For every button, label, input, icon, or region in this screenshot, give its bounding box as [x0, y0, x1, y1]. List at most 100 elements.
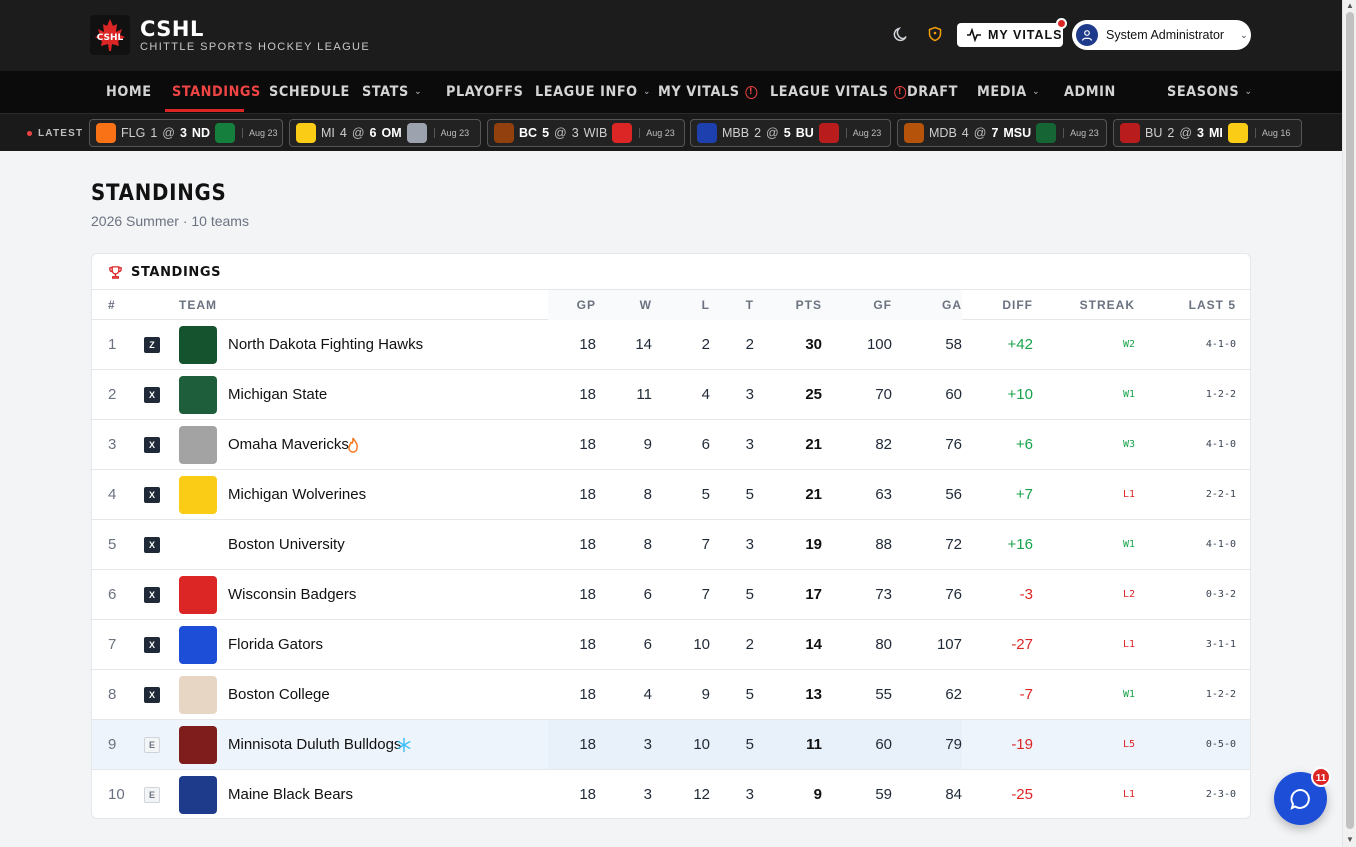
- at-symbol: @: [766, 126, 779, 140]
- nav-league-vitals[interactable]: LEAGUE VITALS!: [770, 71, 906, 113]
- w-cell: 3: [643, 786, 652, 803]
- team-name-link[interactable]: Michigan State: [228, 370, 327, 419]
- team-name-link[interactable]: Boston University: [228, 520, 345, 569]
- game-date: Aug 23: [845, 128, 881, 138]
- l-cell: 10: [693, 636, 710, 653]
- table-row[interactable]: 7 X Florida Gators 18 6 10 2 14 80 107 -27 L1 3-1-1: [92, 620, 1250, 670]
- team-name-link[interactable]: Maine Black Bears: [228, 770, 353, 818]
- table-row[interactable]: 4 X Michigan Wolverines 18 8 5 5 21 63 56 +7 L1 2-2-…: [92, 470, 1250, 520]
- team-logo[interactable]: [179, 726, 217, 764]
- user-menu-button[interactable]: System Administrator ⌄: [1072, 20, 1251, 50]
- away-team-score: 4: [961, 126, 969, 140]
- table-row[interactable]: 5 X Boston University 18 8 7 3 19 88 72 +16 W1 4-1-0: [92, 520, 1250, 570]
- col-t[interactable]: T: [714, 290, 754, 320]
- col-gf[interactable]: GF: [842, 290, 892, 320]
- stats-shade: [548, 670, 962, 719]
- ticker-game[interactable]: BC 5 @3 WIB Aug 23: [487, 119, 685, 147]
- nav-seasons[interactable]: SEASONS ⌄: [1167, 71, 1252, 113]
- team-logo[interactable]: [179, 776, 217, 814]
- main-nav: HOME STANDINGS SCHEDULE STATS ⌄ PLAYOFFS …: [0, 71, 1342, 113]
- pulse-icon: [967, 28, 981, 42]
- l-cell: 2: [701, 336, 710, 353]
- team-name-link[interactable]: Michigan Wolverines: [228, 470, 366, 519]
- ga-cell: 60: [945, 386, 962, 403]
- w-cell: 6: [643, 636, 652, 653]
- team-name-link[interactable]: North Dakota Fighting Hawks: [228, 320, 423, 369]
- team-logo[interactable]: [179, 476, 217, 514]
- stats-header-shade: [548, 290, 962, 320]
- home-team-abbr: BU: [795, 126, 814, 140]
- team-name-link[interactable]: Wisconsin Badgers: [228, 570, 356, 619]
- trophy-icon: [109, 265, 122, 279]
- chat-unread-badge: 11: [1311, 767, 1331, 787]
- t-cell: 2: [745, 336, 754, 353]
- col-rank[interactable]: #: [108, 290, 116, 320]
- dark-mode-toggle[interactable]: [891, 24, 911, 44]
- pts-cell: 30: [805, 336, 822, 353]
- nav-playoffs[interactable]: PLAYOFFS: [446, 71, 523, 113]
- col-ga[interactable]: GA: [912, 290, 962, 320]
- security-button[interactable]: [925, 24, 945, 44]
- nav-stats[interactable]: STATS ⌄: [362, 71, 422, 113]
- brand-name[interactable]: CSHL: [140, 17, 204, 41]
- ticker-game[interactable]: FLG 1 @3 ND Aug 23: [89, 119, 283, 147]
- ga-cell: 107: [936, 636, 962, 653]
- nav-media[interactable]: MEDIA ⌄: [977, 71, 1040, 113]
- col-diff[interactable]: DIFF: [972, 290, 1033, 320]
- nav-draft[interactable]: DRAFT: [907, 71, 958, 113]
- away-team-logo: [1120, 123, 1140, 143]
- team-name-link[interactable]: Boston College: [228, 670, 330, 719]
- col-gp[interactable]: GP: [548, 290, 596, 320]
- table-row[interactable]: 3 X Omaha Mavericks 18 9 6 3 21 82 76 +6 W3 4-1-0: [92, 420, 1250, 470]
- team-name-link[interactable]: Minnisota Duluth Bulldogs: [228, 720, 401, 769]
- ticker-game[interactable]: MDB 4 @7 MSU Aug 23: [897, 119, 1107, 147]
- col-l[interactable]: L: [670, 290, 710, 320]
- nav-home[interactable]: HOME: [106, 71, 152, 113]
- team-logo[interactable]: [179, 526, 217, 564]
- table-row[interactable]: 1 Z North Dakota Fighting Hawks 18 14 2 2 30 100…: [92, 320, 1250, 370]
- scroll-down-arrow-icon[interactable]: ▼: [1346, 835, 1354, 844]
- table-row[interactable]: 9 E Minnisota Duluth Bulldogs 18 3 10 5 11 60 79 -…: [92, 720, 1250, 770]
- nav-admin[interactable]: ADMIN: [1064, 71, 1116, 113]
- diff-cell: -25: [1011, 786, 1033, 803]
- game-date: Aug 23: [433, 128, 469, 138]
- team-name-link[interactable]: Florida Gators: [228, 620, 323, 669]
- shield-icon: [928, 26, 942, 42]
- table-row[interactable]: 2 X Michigan State 18 11 4 3 25 70 60 +10 W1 1-2-2: [92, 370, 1250, 420]
- nav-my-vitals[interactable]: MY VITALS!: [658, 71, 758, 113]
- ticker-game[interactable]: MI 4 @6 OM Aug 23: [289, 119, 481, 147]
- home-team-logo: [406, 123, 427, 143]
- team-logo[interactable]: [179, 326, 217, 364]
- col-streak[interactable]: STREAK: [1052, 290, 1135, 320]
- league-logo[interactable]: CSHL: [90, 15, 130, 55]
- nav-league-info[interactable]: LEAGUE INFO ⌄: [535, 71, 651, 113]
- col-team[interactable]: TEAM: [179, 290, 217, 320]
- moon-icon: [893, 27, 907, 42]
- col-w[interactable]: W: [612, 290, 652, 320]
- team-logo[interactable]: [179, 576, 217, 614]
- my-vitals-button[interactable]: MY VITALS: [957, 23, 1063, 47]
- team-logo[interactable]: [179, 426, 217, 464]
- nav-schedule[interactable]: SCHEDULE: [269, 71, 350, 113]
- team-name-link[interactable]: Omaha Mavericks: [228, 420, 349, 469]
- gf-cell: 70: [875, 386, 892, 403]
- table-row[interactable]: 10 E Maine Black Bears 18 3 12 3 9 59 84 -25 L1 2-3-…: [92, 770, 1250, 818]
- table-row[interactable]: 6 X Wisconsin Badgers 18 6 7 5 17 73 76 -3 L2 0-3-2: [92, 570, 1250, 620]
- chevron-down-icon: ⌄: [1244, 87, 1253, 97]
- table-row[interactable]: 8 X Boston College 18 4 9 5 13 55 62 -7 W1 1-2-2: [92, 670, 1250, 720]
- col-last5[interactable]: LAST 5: [1152, 290, 1236, 320]
- team-logo[interactable]: [179, 626, 217, 664]
- home-team-score: 3: [1197, 126, 1204, 140]
- team-logo[interactable]: [179, 376, 217, 414]
- pts-cell: 21: [805, 486, 822, 503]
- scroll-up-arrow-icon[interactable]: ▲: [1346, 1, 1354, 10]
- scrollbar-thumb[interactable]: [1346, 12, 1354, 829]
- page-scrollbar[interactable]: ▲ ▼: [1342, 0, 1356, 847]
- ticker-game[interactable]: MBB 2 @5 BU Aug 23: [690, 119, 891, 147]
- rank-cell: 5: [108, 536, 117, 553]
- nav-standings[interactable]: STANDINGS: [172, 71, 261, 113]
- col-pts[interactable]: PTS: [772, 290, 822, 320]
- ticker-game[interactable]: BU 2 @3 MI Aug 16: [1113, 119, 1302, 147]
- team-logo[interactable]: [179, 676, 217, 714]
- t-cell: 5: [745, 586, 754, 603]
